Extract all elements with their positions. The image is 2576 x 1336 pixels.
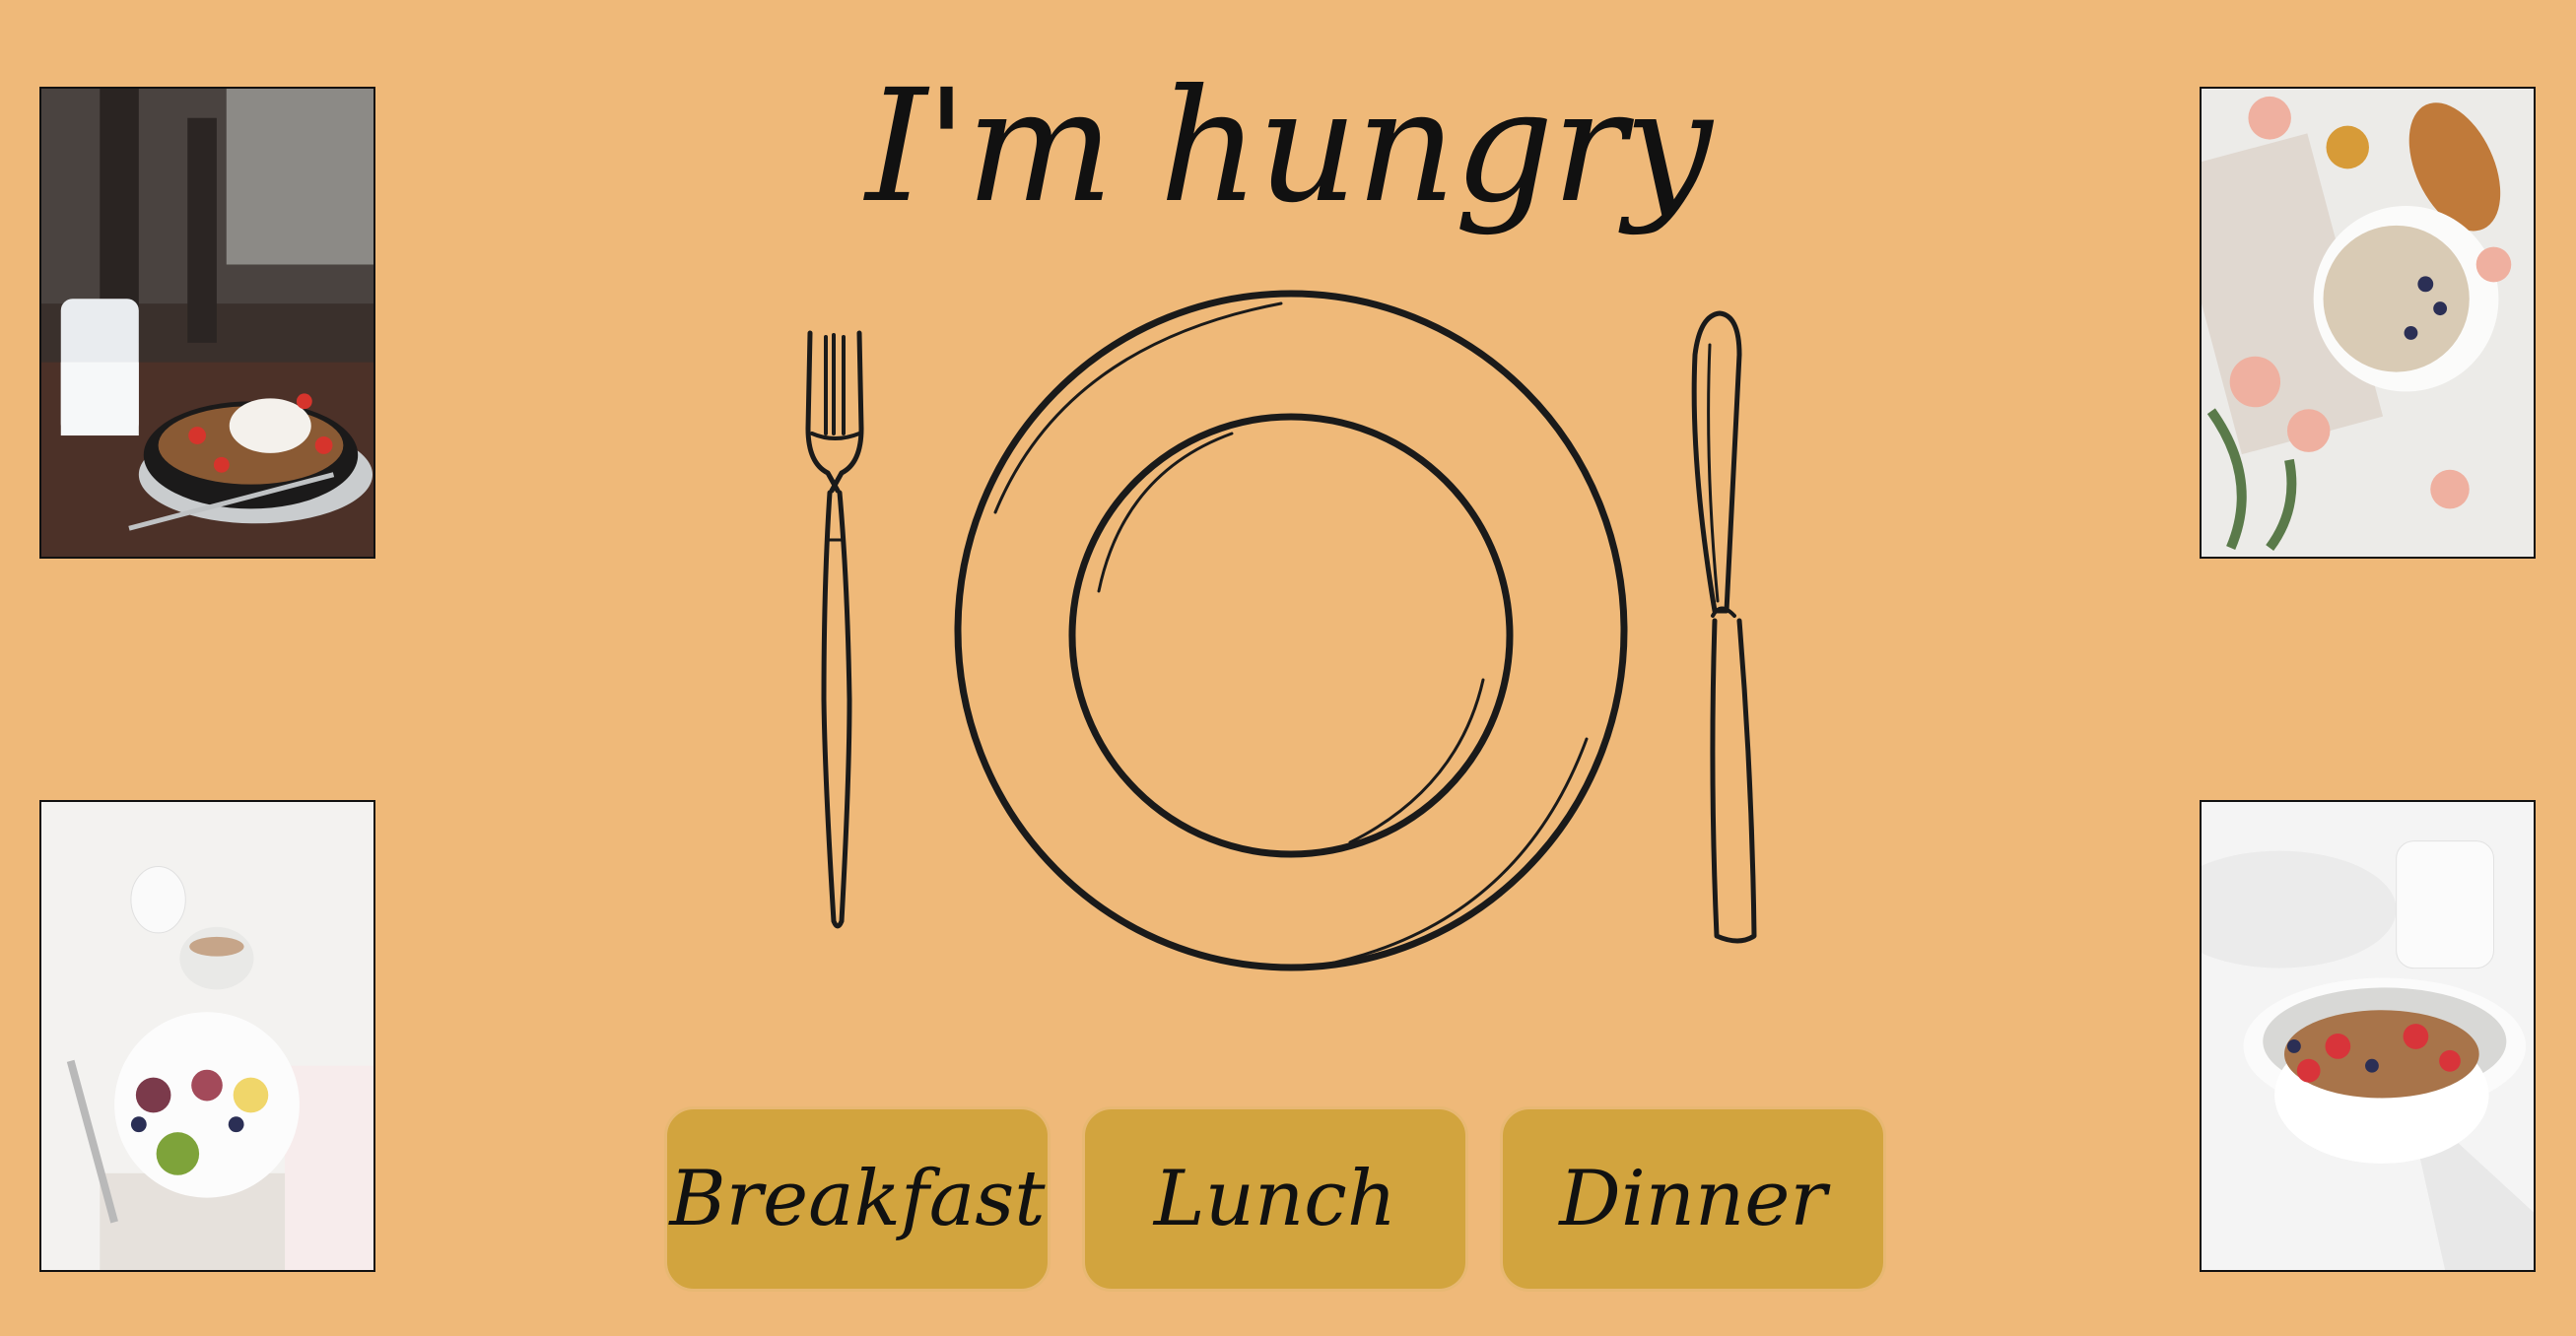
meal-button-group: Breakfast Lunch Dinner (664, 1106, 1886, 1292)
dinner-button[interactable]: Dinner (1500, 1106, 1886, 1292)
lunch-button[interactable]: Lunch (1082, 1106, 1468, 1292)
granola-bowl-strawberries-photo (2200, 800, 2536, 1272)
oatmeal-croissant-roses-photo (2200, 87, 2536, 559)
breakfast-button[interactable]: Breakfast (664, 1106, 1051, 1292)
place-setting-illustration (769, 286, 1813, 995)
knife-icon (1691, 310, 1757, 944)
fruit-bowl-coffee-photo (39, 800, 375, 1272)
page-title: I'm hungry (865, 56, 1712, 237)
breakfast-granola-berries-photo (39, 87, 375, 559)
fork-icon (805, 330, 864, 929)
plate-icon (954, 290, 1628, 971)
